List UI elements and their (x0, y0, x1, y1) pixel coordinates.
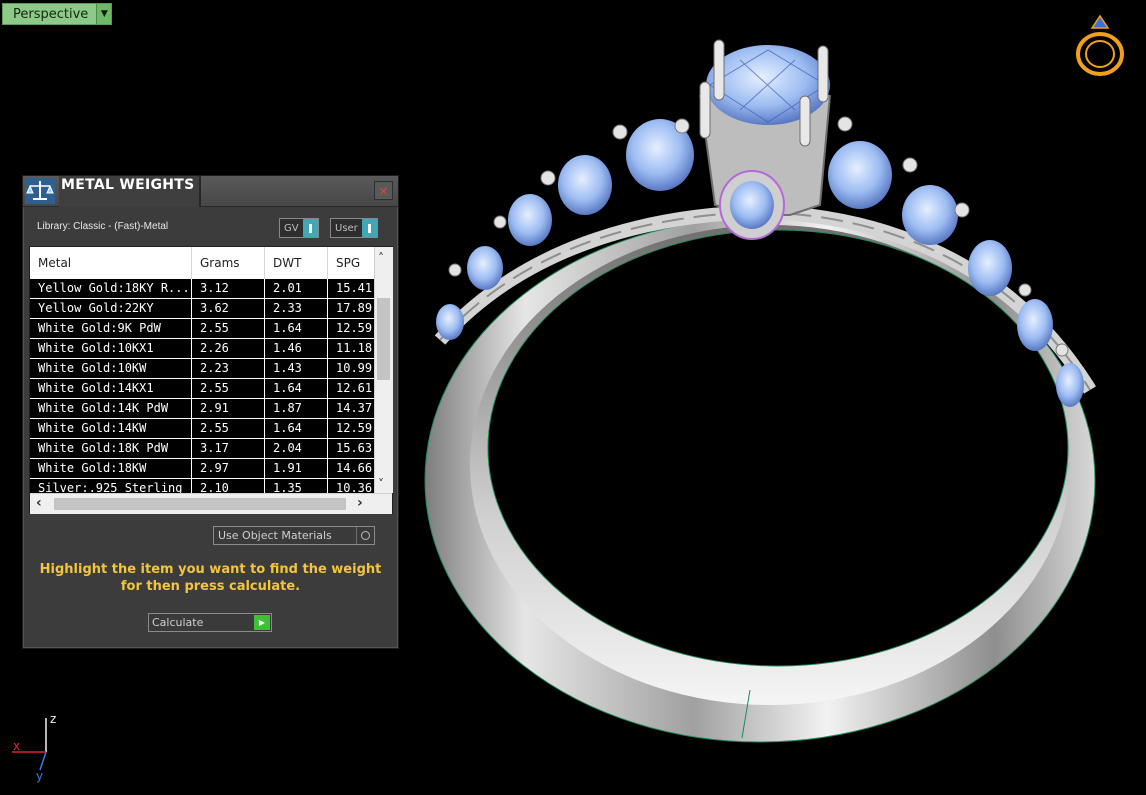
cell-grams: 2.55 (192, 419, 265, 438)
cell-dwt: 1.87 (265, 399, 328, 418)
column-header-dwt[interactable]: DWT (265, 247, 328, 279)
panel-header[interactable]: METAL WEIGHTS × (23, 176, 398, 207)
toggle-switch-icon (302, 219, 318, 237)
cell-metal: White Gold:18KW (30, 459, 192, 478)
vertical-scrollbar[interactable]: ˄ ˅ (374, 247, 393, 493)
table-row[interactable]: White Gold:9K PdW 2.55 1.64 12.59 (30, 319, 374, 339)
cell-spg: 10.99 (336, 361, 373, 375)
cell-metal: White Gold:10KX1 (30, 339, 192, 358)
table-row[interactable]: White Gold:10KX1 2.26 1.46 11.18 (30, 339, 374, 359)
table-row[interactable]: Silver:.925 Sterling 2.10 1.35 10.36 (30, 479, 374, 493)
chevron-down-icon[interactable]: ▼ (96, 4, 112, 24)
cell-metal: Yellow Gold:22KY (30, 299, 192, 318)
cell-dwt: 2.33 (265, 299, 328, 318)
metal-table[interactable]: Metal Grams DWT SPG Yellow Gold:18KY R..… (29, 246, 393, 514)
cell-metal: Yellow Gold:18KY R... (30, 279, 192, 298)
close-icon[interactable]: × (374, 181, 393, 200)
table-row[interactable]: Yellow Gold:18KY R... 3.12 2.01 15.41 (30, 279, 374, 299)
instruction-line-1: Highlight the item you want to find the … (39, 562, 382, 577)
cell-metal: White Gold:14KW (30, 419, 192, 438)
table-row[interactable]: White Gold:14KX1 2.55 1.64 12.61 (30, 379, 374, 399)
use-object-materials-toggle[interactable]: Use Object Materials (213, 526, 375, 545)
cell-spg: 12.61 (336, 381, 373, 395)
cell-dwt: 1.64 (265, 379, 328, 398)
cell-grams: 3.17 (192, 439, 265, 458)
cell-metal: White Gold:10KW (30, 359, 192, 378)
table-header: Metal Grams DWT SPG (30, 247, 374, 279)
cell-spg: 12.59 (336, 321, 373, 335)
cell-spg: 12.59 (336, 421, 373, 435)
column-header-spg[interactable]: SPG (328, 247, 374, 279)
calculate-button[interactable]: Calculate ▶ (148, 613, 272, 632)
cell-grams: 2.26 (192, 339, 265, 358)
panel-title: METAL WEIGHTS (59, 176, 201, 207)
cell-grams: 2.10 (192, 479, 265, 493)
cell-grams: 2.97 (192, 459, 265, 478)
horizontal-scroll-thumb[interactable] (54, 498, 346, 510)
cell-grams: 3.62 (192, 299, 265, 318)
view-mode-label: Perspective (13, 6, 89, 22)
cell-spg: 10.36 (336, 481, 373, 493)
cell-metal: White Gold:14KX1 (30, 379, 192, 398)
library-label: Library: Classic - (Fast)-Metal (37, 221, 169, 232)
cell-dwt: 2.04 (265, 439, 328, 458)
chevron-up-icon[interactable]: ˄ (378, 251, 384, 265)
table-row[interactable]: White Gold:18K PdW 3.17 2.04 15.63 (30, 439, 374, 459)
gv-toggle[interactable]: GV (279, 218, 319, 238)
table-row[interactable]: White Gold:14K PdW 2.91 1.87 14.37 (30, 399, 374, 419)
chevron-left-icon[interactable]: ‹ (36, 495, 42, 511)
cell-grams: 2.91 (192, 399, 265, 418)
gv-toggle-label: GV (284, 222, 299, 234)
axis-z-label: z (50, 712, 56, 726)
user-toggle[interactable]: User (330, 218, 378, 238)
table-row[interactable]: White Gold:18KW 2.97 1.91 14.66 (30, 459, 374, 479)
chevron-right-icon[interactable]: › (357, 495, 363, 511)
horizontal-scrollbar[interactable]: ‹ › (30, 493, 392, 514)
user-toggle-label: User (335, 222, 358, 234)
cell-grams: 2.55 (192, 319, 265, 338)
radio-icon[interactable] (356, 527, 374, 544)
cell-dwt: 1.91 (265, 459, 328, 478)
cell-spg: 17.89 (336, 301, 373, 315)
cell-dwt: 1.46 (265, 339, 328, 358)
cell-grams: 3.12 (192, 279, 265, 298)
table-row[interactable]: Yellow Gold:22KY 3.62 2.33 17.89 (30, 299, 374, 319)
view-mode-selector[interactable]: Perspective ▼ (2, 3, 113, 25)
play-icon: ▶ (254, 615, 270, 630)
cell-spg: 15.41 (336, 281, 373, 295)
vertical-scroll-thumb[interactable] (377, 298, 390, 380)
cell-metal: White Gold:9K PdW (30, 319, 192, 338)
cell-grams: 2.55 (192, 379, 265, 398)
cell-dwt: 1.64 (265, 419, 328, 438)
cell-metal: Silver:.925 Sterling (30, 479, 192, 493)
metal-weights-panel: METAL WEIGHTS × Library: Classic - (Fast… (22, 175, 399, 649)
cell-metal: White Gold:18K PdW (30, 439, 192, 458)
cell-dwt: 1.43 (265, 359, 328, 378)
table-row[interactable]: White Gold:14KW 2.55 1.64 12.59 (30, 419, 374, 439)
use-object-materials-label: Use Object Materials (218, 529, 332, 542)
axis-x-label: x (13, 739, 20, 753)
cell-dwt: 2.01 (265, 279, 328, 298)
cell-spg: 14.66 (336, 461, 373, 475)
table-row[interactable]: White Gold:10KW 2.23 1.43 10.99 (30, 359, 374, 379)
instruction-line-2: for then press calculate. (120, 579, 301, 594)
cell-dwt: 1.64 (265, 319, 328, 338)
ring-gizmo-icon[interactable] (1072, 10, 1128, 78)
cell-grams: 2.23 (192, 359, 265, 378)
cell-metal: White Gold:14K PdW (30, 399, 192, 418)
column-header-metal[interactable]: Metal (30, 247, 192, 279)
cell-spg: 15.63 (336, 441, 373, 455)
scale-icon (25, 178, 55, 204)
axis-y-label: y (36, 769, 43, 783)
chevron-down-icon[interactable]: ˅ (378, 477, 384, 491)
calculate-label: Calculate (152, 616, 204, 629)
cell-spg: 11.18 (336, 341, 373, 355)
column-header-grams[interactable]: Grams (192, 247, 265, 279)
cell-dwt: 1.35 (265, 479, 328, 493)
ring-opening (488, 230, 1068, 666)
instruction-text: Highlight the item you want to find the … (23, 561, 398, 595)
cell-spg: 14.37 (336, 401, 373, 415)
toggle-switch-icon (361, 219, 377, 237)
axis-triad: z x y (12, 712, 56, 783)
